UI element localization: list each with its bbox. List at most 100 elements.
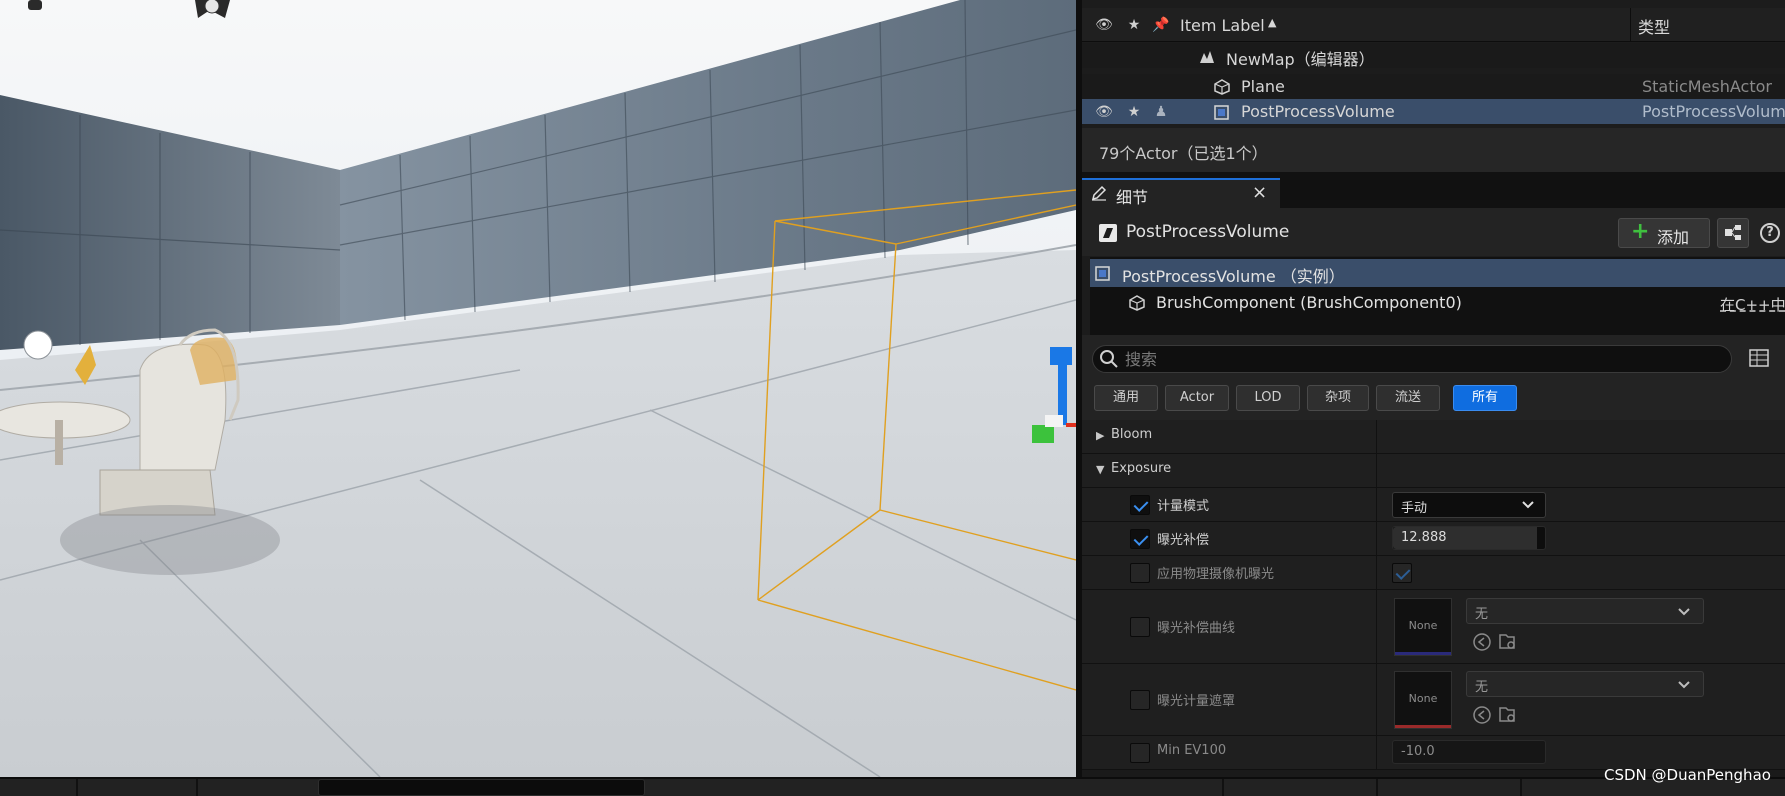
component-row-selected[interactable]: PostProcessVolume （实例）: [1090, 259, 1785, 287]
filter-all[interactable]: 所有: [1453, 385, 1517, 411]
column-divider[interactable]: [1376, 590, 1377, 663]
column-divider[interactable]: [1376, 454, 1377, 487]
metering-mode-dropdown[interactable]: 手动: [1392, 492, 1546, 518]
search-input[interactable]: [1125, 348, 1715, 370]
blueprint-button[interactable]: [1717, 218, 1749, 248]
actor-count: 79个Actor（已选1个）: [1099, 144, 1268, 163]
filter-streaming[interactable]: 流送: [1376, 385, 1440, 411]
min-ev100-field[interactable]: -10.0: [1392, 740, 1546, 764]
right-panel: 👁 ★ 📌 Item Label ▲ 类型 NewMap（编辑器） Plane …: [1082, 0, 1785, 777]
outliner-row-type: StaticMeshActor: [1642, 77, 1772, 96]
thumbnail-label: None: [1408, 619, 1438, 632]
expand-arrow-icon[interactable]: ▶: [1096, 429, 1104, 442]
blueprint-icon: [1725, 225, 1741, 240]
column-divider[interactable]: [1376, 488, 1377, 521]
apply-physical-camera-checkbox[interactable]: [1392, 563, 1412, 583]
column-divider[interactable]: [1376, 664, 1377, 735]
column-divider[interactable]: [1376, 522, 1377, 555]
browse-asset-icon[interactable]: [1498, 632, 1518, 652]
post-process-volume-icon: [1095, 266, 1110, 281]
field-value: -10.0: [1401, 744, 1435, 759]
lock-toggle-icon[interactable]: ♟: [1152, 103, 1170, 121]
add-button-label: 添加: [1657, 228, 1690, 247]
close-tab-icon[interactable]: ×: [1252, 182, 1267, 203]
filter-lod[interactable]: LOD: [1236, 385, 1300, 411]
category-label: Bloom: [1111, 427, 1153, 442]
property-label: 计量模式: [1157, 499, 1210, 514]
separator: [1520, 779, 1522, 796]
status-bar: [0, 777, 1785, 796]
override-checkbox[interactable]: [1130, 743, 1150, 763]
category-exposure[interactable]: ▼ Exposure: [1082, 454, 1785, 488]
property-label: 曝光计量遮罩: [1157, 694, 1236, 709]
separator: [1222, 779, 1224, 796]
search-icon: [1100, 350, 1118, 368]
separator: [76, 779, 78, 796]
asset-thumbnail[interactable]: None: [1394, 598, 1452, 656]
component-label: PostProcessVolume （实例）: [1122, 267, 1345, 286]
outliner-row-selected[interactable]: 👁 ★ ♟ PostProcessVolume PostProcessVolum: [1082, 99, 1785, 124]
console-input[interactable]: [318, 779, 645, 796]
help-icon[interactable]: ?: [1760, 223, 1780, 243]
property-matrix-icon[interactable]: [1749, 349, 1769, 367]
tab-details[interactable]: 细节 ×: [1082, 178, 1280, 208]
browse-asset-icon[interactable]: [1498, 705, 1518, 725]
column-divider[interactable]: [1376, 736, 1377, 769]
column-divider[interactable]: [1630, 8, 1631, 42]
property-min-ev100: Min EV100 -10.0: [1082, 736, 1785, 770]
property-apply-physical-camera: 应用物理摄像机曝光: [1082, 556, 1785, 590]
outliner-row-label: NewMap（编辑器）: [1226, 50, 1375, 69]
pin-column-icon[interactable]: ★: [1125, 16, 1143, 34]
outliner-row[interactable]: NewMap（编辑器）: [1082, 43, 1785, 69]
pin-toggle-icon[interactable]: ★: [1125, 103, 1143, 121]
property-label: 应用物理摄像机曝光: [1157, 567, 1275, 582]
property-exposure-compensation: 曝光补偿 12.888: [1082, 522, 1785, 556]
property-label: 曝光补偿曲线: [1157, 621, 1236, 636]
post-process-volume-icon: [1214, 105, 1229, 120]
details-header: PostProcessVolume + 添加 ?: [1082, 208, 1785, 256]
filter-actor[interactable]: Actor: [1165, 385, 1229, 411]
column-divider[interactable]: [1376, 556, 1377, 589]
visibility-toggle-icon[interactable]: 👁: [1095, 103, 1113, 121]
property-exposure-curve: 曝光补偿曲线 None 无: [1082, 590, 1785, 664]
dropdown-value: 无: [1475, 607, 1489, 622]
component-row[interactable]: BrushComponent (BrushComponent0) 在C++中: [1090, 289, 1785, 317]
filter-general[interactable]: 通用: [1094, 385, 1158, 411]
category-bloom[interactable]: ▶ Bloom: [1082, 420, 1785, 454]
asset-type-bar: [1395, 652, 1451, 655]
actor-name: PostProcessVolume: [1126, 222, 1290, 242]
visibility-column-icon[interactable]: 👁: [1095, 16, 1113, 34]
column-item-label[interactable]: Item Label: [1180, 16, 1265, 35]
override-checkbox[interactable]: [1130, 617, 1150, 637]
separator: [196, 779, 198, 796]
override-checkbox[interactable]: [1130, 690, 1150, 710]
use-selected-asset-icon[interactable]: [1472, 632, 1492, 652]
override-checkbox[interactable]: [1130, 563, 1150, 583]
column-type[interactable]: 类型: [1638, 14, 1670, 38]
thumbnail-label: None: [1408, 692, 1438, 705]
override-checkbox[interactable]: [1130, 495, 1150, 515]
exposure-compensation-field[interactable]: 12.888: [1392, 526, 1546, 550]
outliner-row[interactable]: Plane StaticMeshActor: [1082, 74, 1785, 99]
map-icon: [1200, 51, 1214, 63]
field-value: 12.888: [1401, 530, 1447, 545]
chevron-down-icon: [1678, 681, 1690, 689]
property-metering-mode: 计量模式 手动: [1082, 488, 1785, 522]
collapse-arrow-icon[interactable]: ▼: [1096, 463, 1104, 476]
asset-picker-dropdown[interactable]: 无: [1466, 598, 1704, 624]
outliner-row-label: Plane: [1241, 77, 1285, 96]
lock-column-icon[interactable]: 📌: [1152, 16, 1170, 34]
asset-thumbnail[interactable]: None: [1394, 671, 1452, 729]
level-viewport[interactable]: [0, 0, 1076, 777]
column-divider[interactable]: [1376, 420, 1377, 453]
filter-misc[interactable]: 杂项: [1307, 385, 1369, 411]
brush-component-icon: [1129, 295, 1145, 311]
use-selected-asset-icon[interactable]: [1472, 705, 1492, 725]
override-checkbox[interactable]: [1130, 529, 1150, 549]
chevron-down-icon: [1522, 501, 1534, 509]
add-component-button[interactable]: + 添加: [1618, 218, 1710, 248]
property-label: Min EV100: [1157, 743, 1227, 758]
edit-in-cpp-link[interactable]: 在C++中: [1720, 294, 1785, 315]
category-label: Exposure: [1111, 461, 1172, 476]
asset-picker-dropdown[interactable]: 无: [1466, 671, 1704, 697]
